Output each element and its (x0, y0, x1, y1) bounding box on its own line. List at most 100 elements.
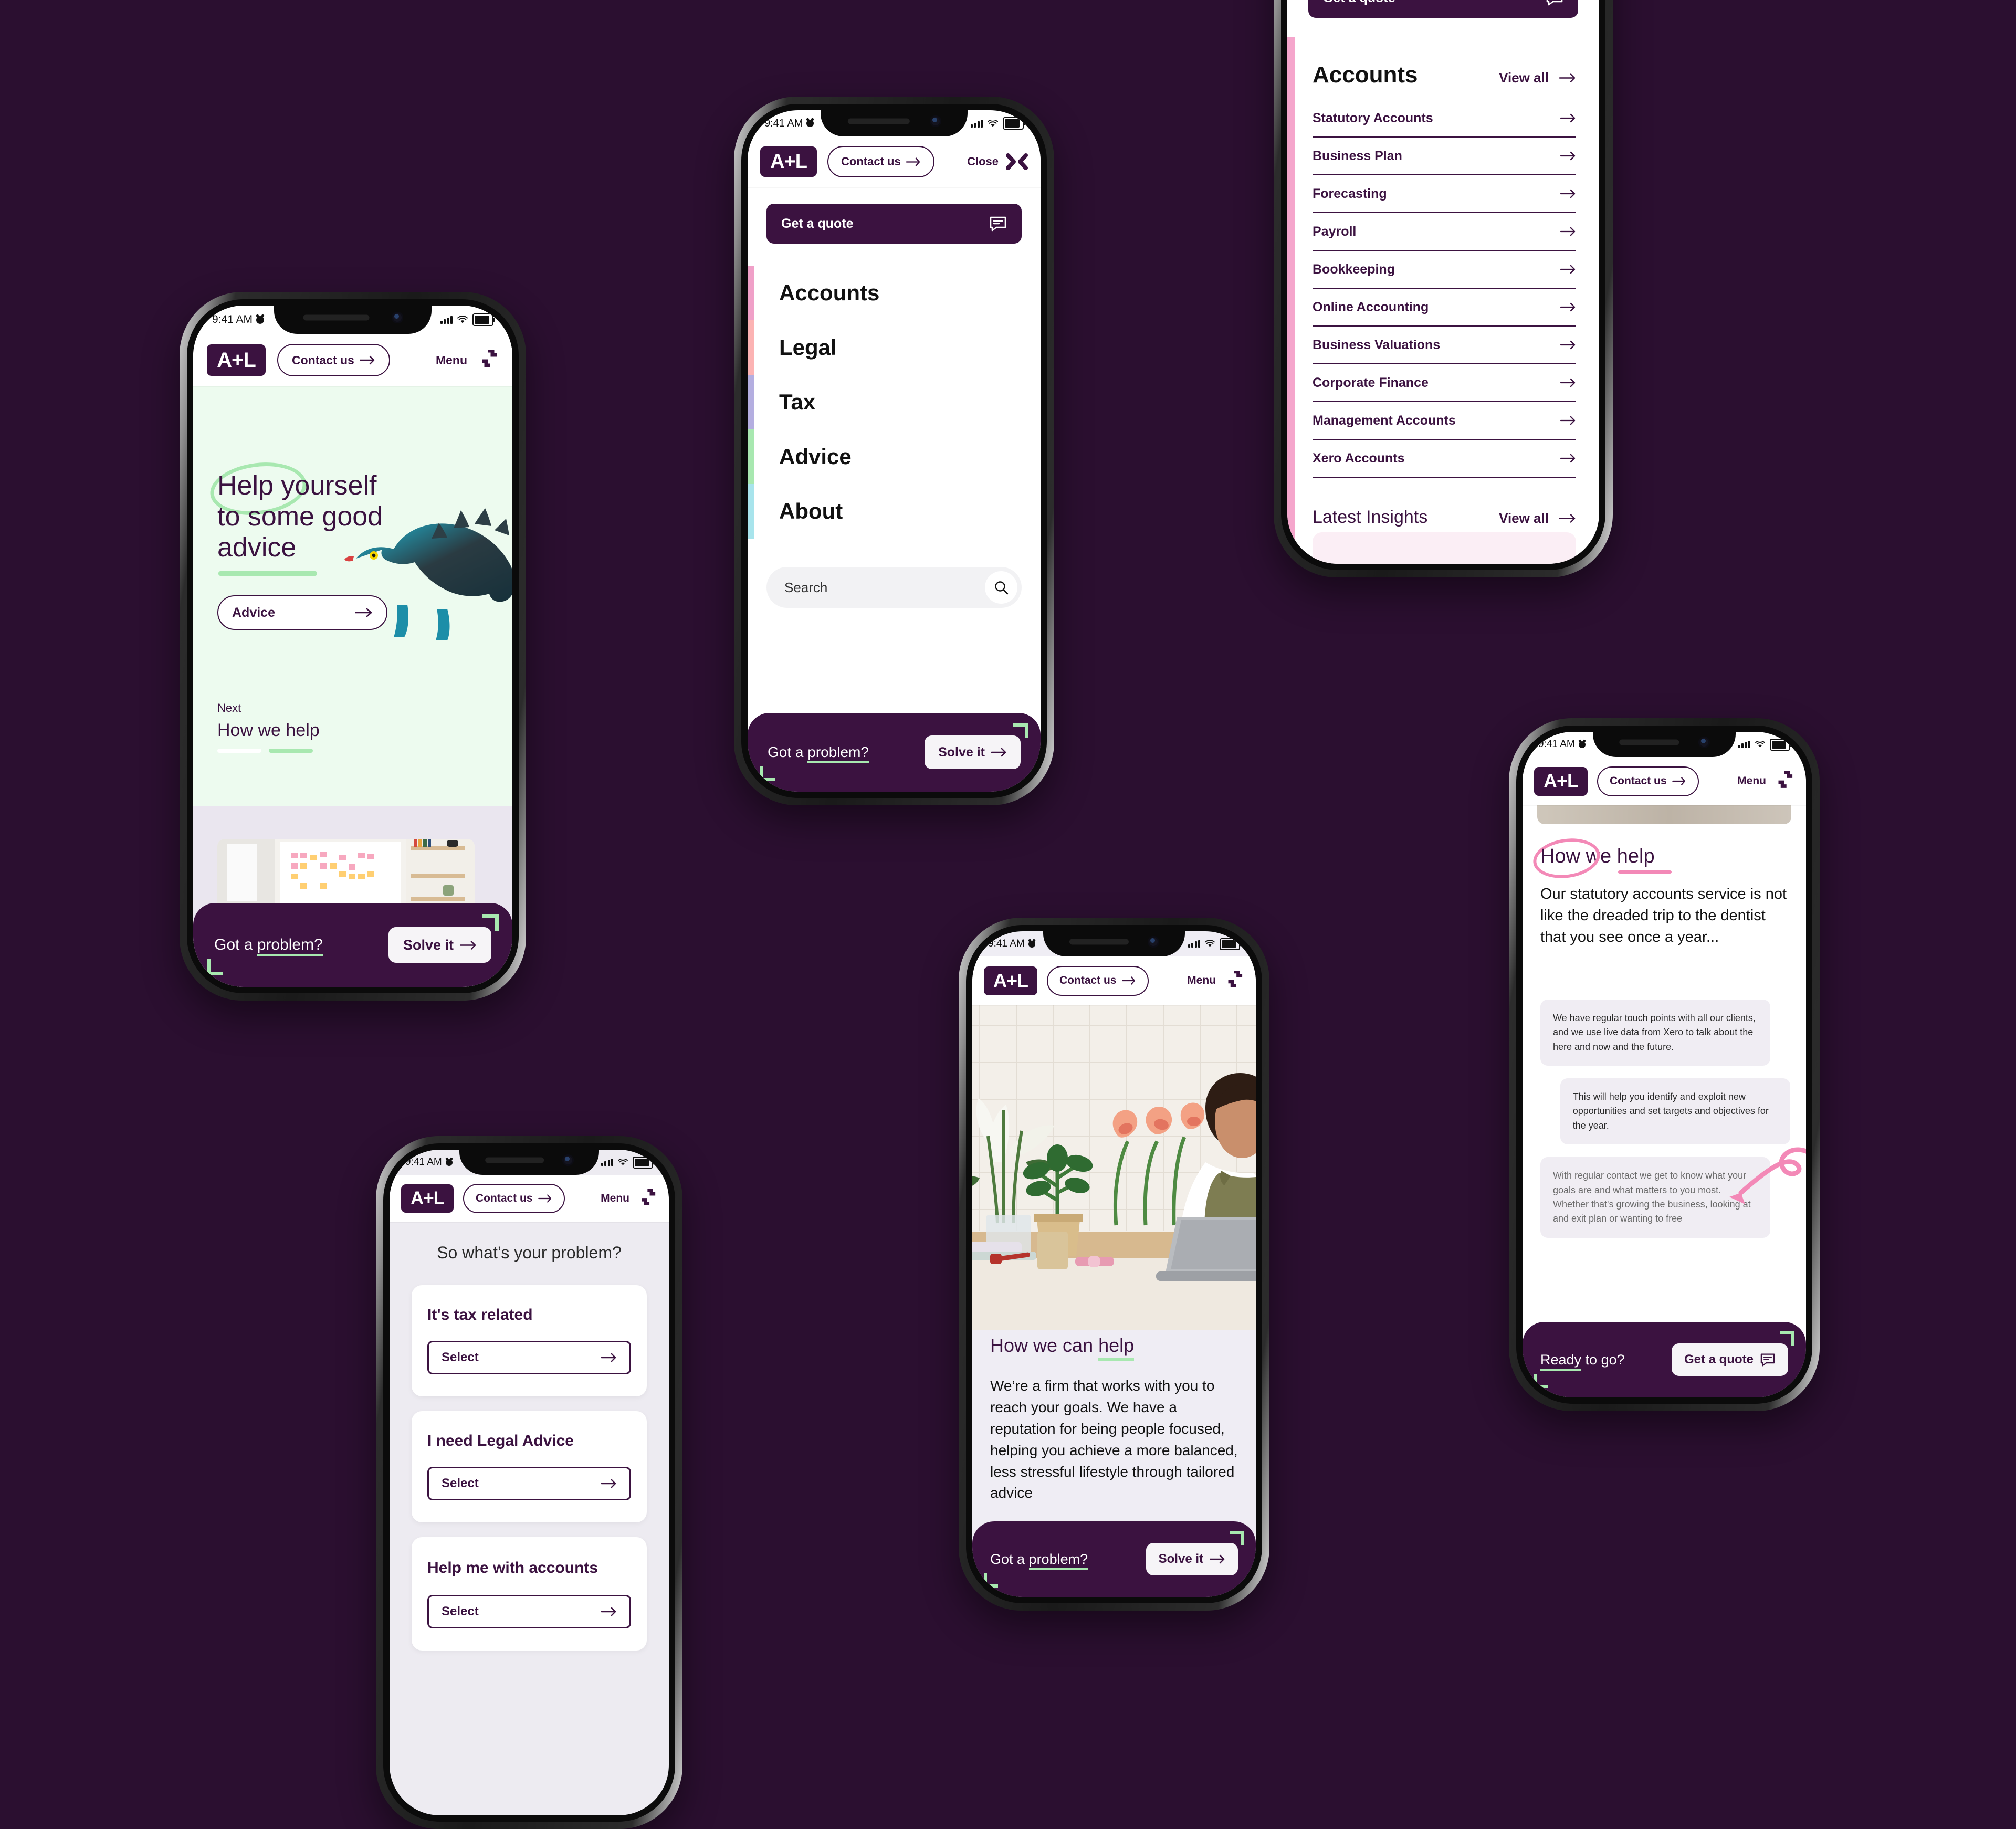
select-button[interactable]: Select (427, 1341, 631, 1374)
contact-us-label: Contact us (1059, 974, 1117, 986)
status-time: 9:41 AM (405, 1157, 442, 1168)
arrow-right-icon (1560, 227, 1576, 236)
menu-trigger[interactable]: Menu (1187, 971, 1244, 991)
contact-us-button[interactable]: Contact us (827, 146, 934, 177)
solve-it-button[interactable]: Solve it (925, 735, 1021, 769)
chat-bubble-icon (1760, 1353, 1775, 1367)
solve-it-button[interactable]: Solve it (388, 927, 491, 963)
menu-trigger[interactable]: Menu (601, 1189, 657, 1208)
corner-bracket-top-right (482, 915, 499, 931)
get-a-quote-label: Get a quote (781, 216, 854, 231)
phone-accounts-submenu: Get a quote Accounts View all Statutory (1274, 0, 1613, 577)
contact-us-button[interactable]: Contact us (1047, 965, 1149, 996)
list-item[interactable]: Online Accounting (1312, 289, 1576, 327)
get-a-quote-footer-button[interactable]: Get a quote (1671, 1343, 1788, 1376)
status-time: 9:41 AM (764, 117, 803, 129)
progress-dot-inactive[interactable] (217, 749, 261, 753)
list-item[interactable]: Forecasting (1312, 175, 1576, 213)
view-all-insights-button[interactable]: View all (1499, 510, 1576, 527)
arrow-right-icon (1560, 340, 1576, 350)
cellular-signal-icon (1188, 940, 1200, 948)
sidebar-item-tax[interactable]: Tax (779, 375, 879, 429)
chat-bubble-left: We have regular touch points with all ou… (1540, 1000, 1771, 1066)
arrow-right-icon (1560, 378, 1576, 387)
carousel-progress[interactable] (217, 749, 313, 753)
list-item[interactable]: Business Plan (1312, 138, 1576, 175)
ready-emphasis: Ready (1540, 1351, 1582, 1371)
sidebar-item-advice[interactable]: Advice (779, 429, 879, 484)
contact-us-button[interactable]: Contact us (277, 344, 390, 376)
problem-card-title: It's tax related (427, 1306, 533, 1323)
list-item[interactable]: Xero Accounts (1312, 440, 1576, 478)
sidebar-item-about[interactable]: About (779, 484, 879, 539)
select-button[interactable]: Select (427, 1467, 631, 1500)
contact-us-label: Contact us (1610, 775, 1667, 787)
screen-home-hero: 9:41 AM A+L Contact us Menu Help yoursel… (193, 306, 512, 987)
list-item[interactable]: Payroll (1312, 213, 1576, 251)
logo-a-plus-l[interactable]: A+L (984, 966, 1037, 995)
sticky-footer-bar: Got a problem? Solve it (748, 713, 1041, 792)
contact-us-button[interactable]: Contact us (463, 1184, 565, 1213)
front-camera (562, 1154, 574, 1166)
arrow-right-icon (1121, 976, 1135, 985)
stripe-advice (748, 429, 754, 484)
menu-trigger[interactable]: Menu (1737, 771, 1794, 791)
solve-it-button[interactable]: Solve it (1146, 1543, 1238, 1575)
screen-problem-picker: 9:41 AM A+L Contact us Menu So what’s yo… (390, 1150, 669, 1815)
phone-bezel: 9:41 AM A+L Contact us Menu Help yoursel… (187, 299, 519, 993)
progress-dot-active[interactable] (269, 749, 313, 753)
sidebar-item-accounts[interactable]: Accounts (779, 266, 879, 320)
alarm-icon (806, 120, 814, 127)
sidebar-item-legal[interactable]: Legal (779, 320, 879, 375)
battery-icon (1220, 938, 1240, 950)
arrow-right-icon (1559, 73, 1576, 82)
select-button[interactable]: Select (427, 1594, 631, 1628)
contact-us-button[interactable]: Contact us (1597, 766, 1699, 796)
menu-trigger[interactable]: Menu (436, 350, 499, 371)
corner-bracket-top-right (1230, 1531, 1244, 1545)
problem-card-title: I need Legal Advice (427, 1432, 574, 1449)
insights-card-peek[interactable] (1312, 532, 1576, 564)
logo-a-plus-l[interactable]: A+L (207, 344, 266, 376)
logo-a-plus-l[interactable]: A+L (1534, 766, 1588, 796)
corner-bracket-bottom-left (1534, 1374, 1548, 1388)
arrow-right-icon (1210, 1554, 1225, 1564)
logo-text: A+L (770, 150, 807, 173)
list-item[interactable]: Management Accounts (1312, 402, 1576, 440)
phone-bezel: 9:41 AM A+L Contact us (383, 1143, 675, 1822)
got-problem-prefix: Got a (990, 1551, 1029, 1567)
wifi-icon (618, 1159, 628, 1165)
corner-bracket-bottom-left (207, 959, 223, 975)
status-time-group: 9:41 AM (212, 313, 265, 326)
logo-a-plus-l[interactable]: A+L (401, 1184, 454, 1213)
search-input[interactable]: Search (766, 567, 1022, 608)
problem-card[interactable]: I need Legal Advice Select (412, 1411, 647, 1522)
list-item[interactable]: Business Valuations (1312, 327, 1576, 364)
app-header: A+L Contact us Menu (390, 1175, 669, 1222)
get-a-quote-button[interactable]: Get a quote (766, 204, 1022, 244)
notch (821, 110, 968, 136)
view-all-accounts-button[interactable]: View all (1499, 70, 1576, 86)
chat-bubble-icon (990, 216, 1006, 232)
front-camera (1148, 936, 1160, 948)
wifi-icon (1205, 940, 1215, 947)
logo-text: A+L (410, 1188, 445, 1208)
list-item[interactable]: Statutory Accounts (1312, 100, 1576, 138)
problem-card[interactable]: Help me with accounts Select (412, 1537, 647, 1651)
list-item-label: Online Accounting (1312, 299, 1429, 314)
cellular-signal-icon (440, 316, 453, 324)
search-submit-button[interactable] (985, 571, 1017, 604)
arrow-right-icon (1560, 416, 1576, 425)
article-paragraph: We’re a firm that works with you to reac… (990, 1378, 1238, 1501)
latest-insights-header[interactable]: Latest Insights View all (1312, 507, 1576, 528)
close-chevrons-icon (1006, 153, 1028, 170)
got-a-problem-text: Got a problem? (768, 744, 869, 763)
logo-a-plus-l[interactable]: A+L (760, 146, 817, 177)
list-item[interactable]: Bookkeeping (1312, 251, 1576, 289)
close-menu-button[interactable]: Close (967, 153, 1028, 171)
get-a-quote-button[interactable]: Get a quote (1308, 0, 1578, 18)
list-item[interactable]: Corporate Finance (1312, 364, 1576, 402)
problem-card-list: It's tax related Select I need Legal Adv… (412, 1285, 647, 1651)
problem-card[interactable]: It's tax related Select (412, 1285, 647, 1396)
article-heading: How we can help (990, 1334, 1240, 1361)
